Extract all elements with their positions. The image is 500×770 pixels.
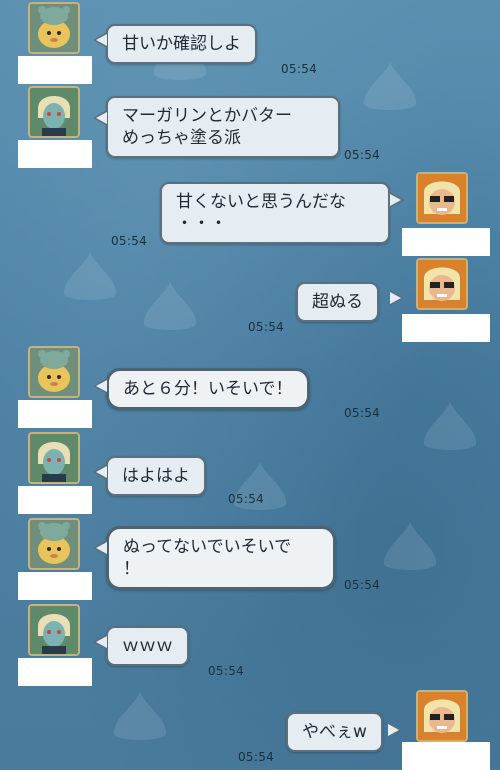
slime-watermark-icon [63, 252, 117, 300]
avatar-blonde[interactable] [416, 258, 468, 310]
bear-hat-character-icon [30, 4, 78, 52]
avatar-bear[interactable] [28, 346, 80, 398]
bubble-tail [388, 722, 402, 738]
message-text: 甘くないと思うんだな ・・・ [176, 192, 346, 234]
avatar-elf[interactable] [28, 432, 80, 484]
slime-watermark-icon [143, 282, 197, 330]
slime-watermark-icon [363, 62, 417, 110]
message-time: 05:54 [344, 406, 381, 420]
message-bubble[interactable]: 甘くないと思うんだな ・・・ [160, 182, 390, 244]
avatar-blonde[interactable] [416, 172, 468, 224]
sender-name-redacted [402, 314, 490, 342]
message-bubble-shout[interactable]: ぬってないでいそいで ！ [106, 526, 336, 590]
message-text: 甘いか確認しよ [122, 34, 241, 54]
message-bubble[interactable]: はよはよ [106, 456, 206, 496]
message-text: マーガリンとかバター めっちゃ塗る派 [122, 106, 292, 148]
blonde-sunglasses-character-icon [418, 174, 466, 222]
message-time: 05:54 [111, 234, 148, 248]
sender-name-redacted [18, 56, 92, 84]
message-text: ｗｗｗ [122, 636, 173, 656]
slime-watermark-icon [113, 692, 167, 740]
bear-hat-character-icon [30, 348, 78, 396]
bubble-tail [93, 110, 107, 126]
sender-name-redacted [18, 572, 92, 600]
sender-name-redacted [402, 228, 490, 256]
message-time: 05:54 [281, 62, 318, 76]
elf-character-icon [30, 434, 78, 482]
message-text: はよはよ [122, 466, 190, 486]
bubble-tail [93, 464, 107, 480]
message-bubble[interactable]: 超ぬる [296, 282, 379, 322]
message-text: ぬってないでいそいで ！ [123, 537, 292, 579]
blonde-sunglasses-character-icon [418, 260, 466, 308]
message-bubble[interactable]: やべぇw [286, 712, 383, 752]
sender-name-redacted [18, 400, 92, 428]
sender-name-redacted [402, 742, 490, 770]
message-time: 05:54 [344, 578, 381, 592]
slime-watermark-icon [423, 402, 477, 450]
message-time: 05:54 [238, 750, 275, 764]
message-bubble-shout[interactable]: あと６分！いそいで！ [106, 368, 310, 410]
avatar-blonde[interactable] [416, 690, 468, 742]
sender-name-redacted [18, 140, 92, 168]
message-text: 超ぬる [312, 292, 363, 312]
message-text: あと６分！いそいで！ [123, 379, 293, 399]
avatar-bear[interactable] [28, 518, 80, 570]
blonde-sunglasses-character-icon [418, 692, 466, 740]
sender-name-redacted [18, 486, 92, 514]
message-time: 05:54 [248, 320, 285, 334]
sender-name-redacted [18, 658, 92, 686]
message-time: 05:54 [228, 492, 265, 506]
avatar-elf[interactable] [28, 86, 80, 138]
avatar-bear[interactable] [28, 2, 80, 54]
bubble-tail [93, 378, 107, 394]
slime-watermark-icon [383, 522, 437, 570]
message-time: 05:54 [208, 664, 245, 678]
message-text: やべぇw [302, 722, 367, 742]
bubble-tail [93, 32, 107, 48]
message-time: 05:54 [344, 148, 381, 162]
message-bubble[interactable]: 甘いか確認しよ [106, 24, 257, 64]
bubble-tail [93, 540, 107, 556]
message-bubble[interactable]: マーガリンとかバター めっちゃ塗る派 [106, 96, 340, 158]
elf-character-icon [30, 88, 78, 136]
bear-hat-character-icon [30, 520, 78, 568]
bubble-tail [93, 634, 107, 650]
message-bubble[interactable]: ｗｗｗ [106, 626, 189, 666]
elf-character-icon [30, 606, 78, 654]
avatar-elf[interactable] [28, 604, 80, 656]
bubble-tail [390, 192, 404, 208]
bubble-tail [390, 290, 404, 306]
